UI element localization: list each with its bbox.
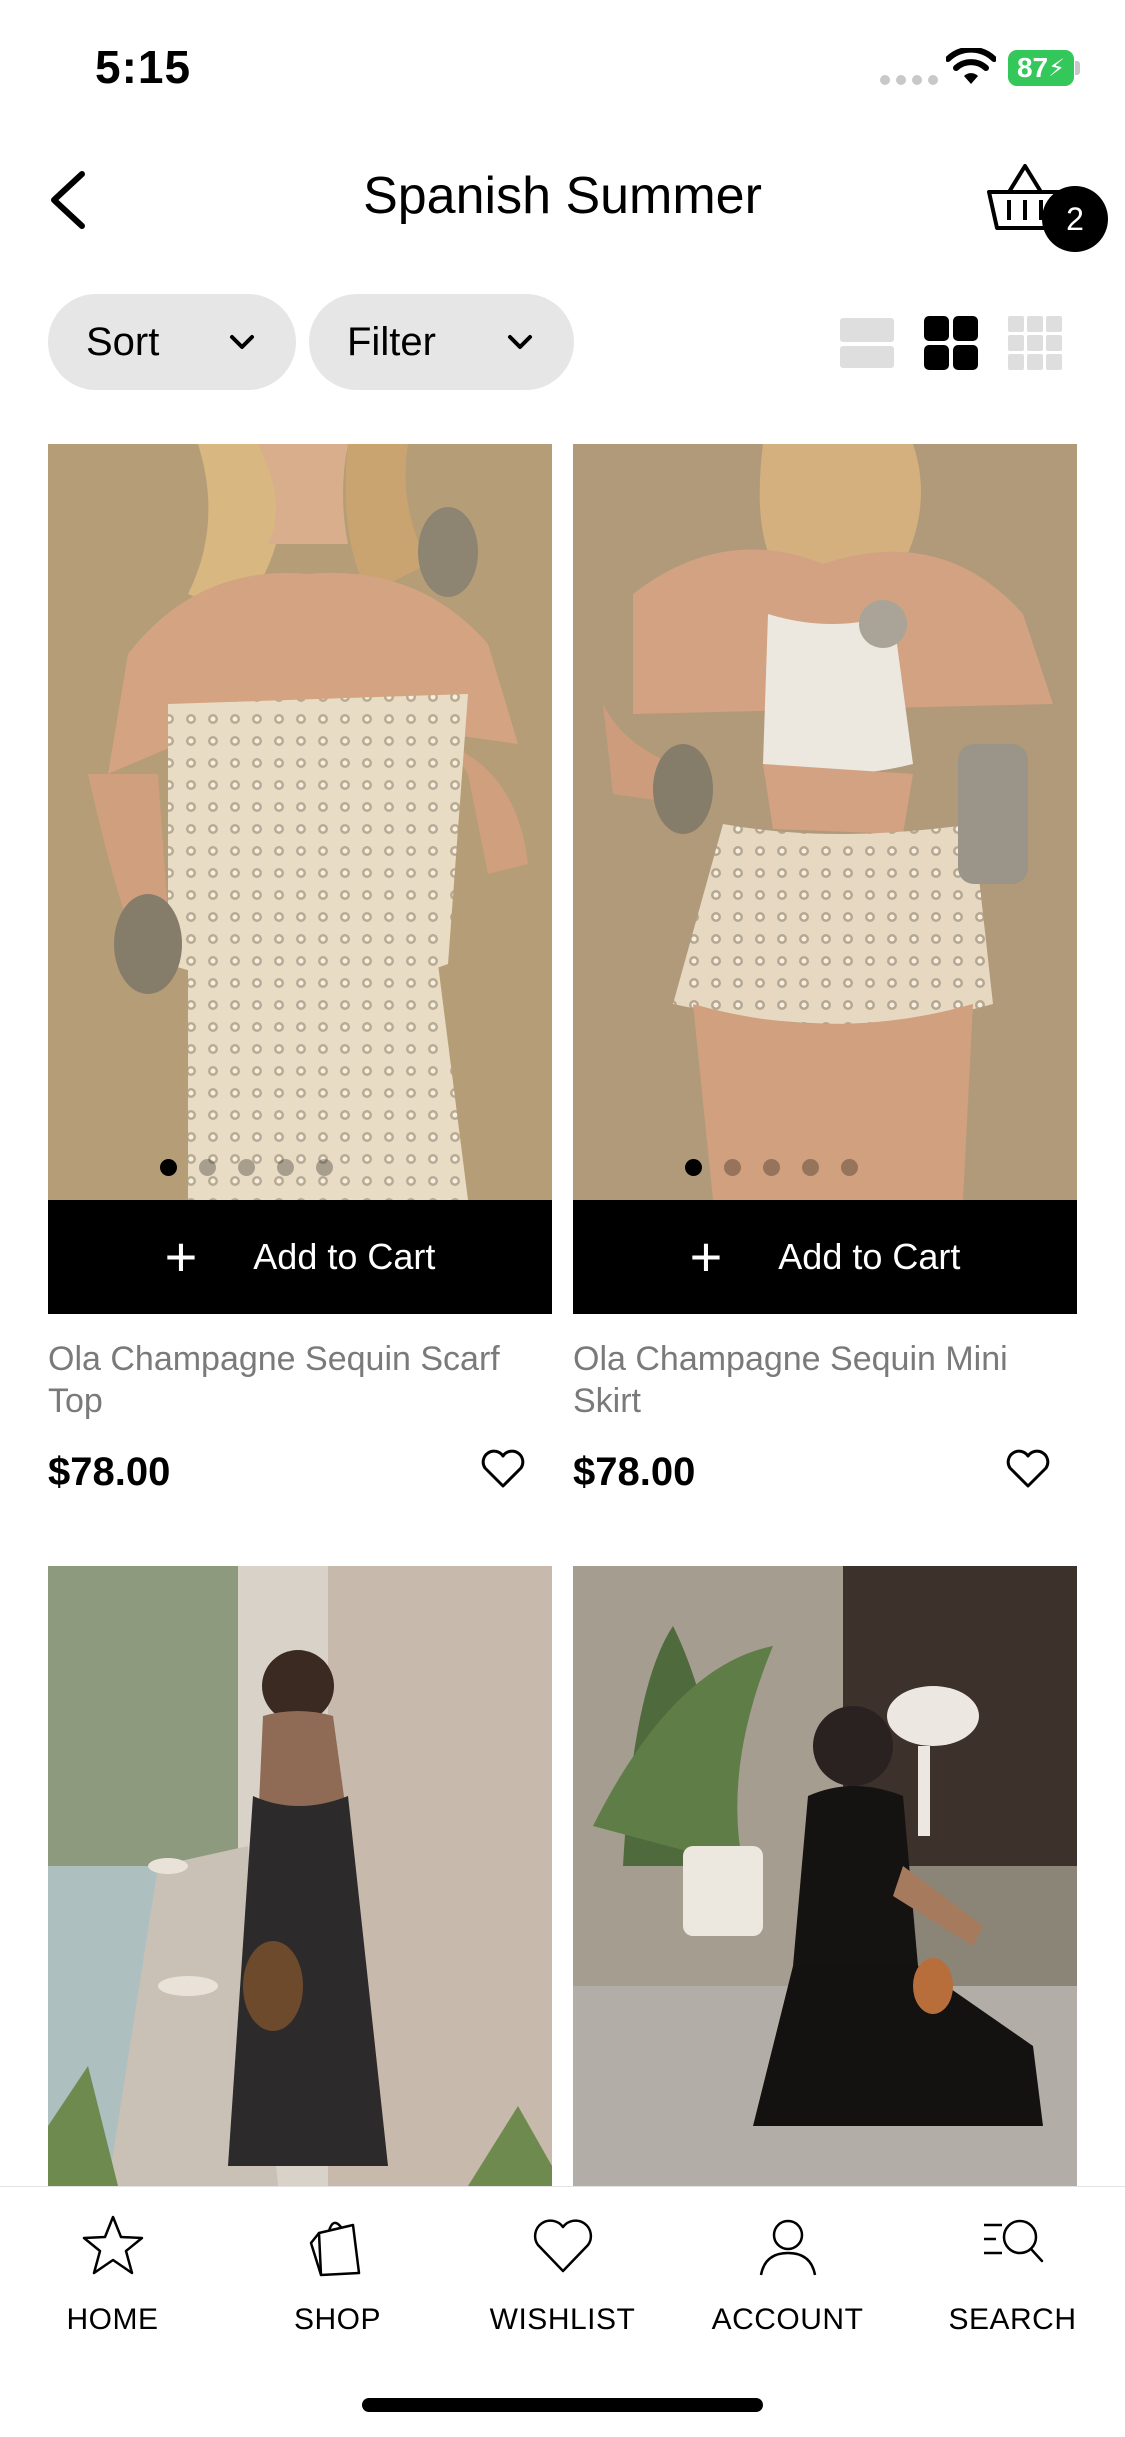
product-price: $78.00 — [48, 1450, 171, 1494]
product-image[interactable] — [573, 1566, 1077, 2186]
add-to-cart-label: Add to Cart — [778, 1236, 961, 1277]
person-icon — [759, 2219, 816, 2276]
cart-count-badge: 2 — [1042, 186, 1108, 252]
nav-account[interactable]: ACCOUNT — [675, 2211, 900, 2351]
add-to-cart-label: Add to Cart — [253, 1236, 436, 1277]
home-indicator[interactable] — [362, 2398, 763, 2412]
nav-wishlist-label: WISHLIST — [489, 2303, 636, 2336]
battery-level: 87 — [1016, 52, 1049, 83]
battery-tip — [1075, 61, 1080, 75]
bag-icon — [309, 2221, 360, 2277]
product-image[interactable] — [48, 1566, 552, 2186]
wishlist-heart-icon[interactable] — [1005, 1448, 1051, 1490]
product-name[interactable]: Ola Champagne Sequin Mini Skirt — [573, 1338, 1053, 1422]
single-column-view-icon[interactable] — [840, 316, 894, 370]
add-to-cart-button[interactable]: + Add to Cart — [48, 1200, 552, 1314]
nav-shop-label: SHOP — [293, 2303, 382, 2336]
image-carousel-dots[interactable] — [685, 1159, 858, 1176]
nav-home[interactable]: HOME — [0, 2211, 225, 2351]
plus-icon: + — [689, 1225, 723, 1288]
wifi-icon — [946, 48, 996, 84]
status-time: 5:15 — [95, 41, 192, 93]
page-title: Spanish Summer — [363, 167, 762, 225]
product-image[interactable] — [48, 444, 552, 1200]
product-price: $78.00 — [573, 1450, 696, 1494]
nav-search-label: SEARCH — [948, 2303, 1077, 2336]
product-image[interactable] — [573, 444, 1077, 1200]
nav-wishlist[interactable]: WISHLIST — [450, 2211, 675, 2351]
search-icon — [983, 2219, 1043, 2263]
three-column-view-icon[interactable] — [1008, 316, 1062, 370]
product-name[interactable]: Ola Champagne Sequin Scarf Top — [48, 1338, 528, 1422]
wishlist-heart-icon[interactable] — [480, 1448, 526, 1490]
nav-home-label: HOME — [66, 2303, 159, 2336]
heart-icon — [533, 2219, 592, 2273]
sort-label: Sort — [86, 319, 160, 364]
nav-search[interactable]: SEARCH — [900, 2211, 1125, 2351]
star-icon — [82, 2215, 143, 2275]
chevron-down-icon — [508, 335, 532, 349]
two-column-view-icon[interactable] — [924, 316, 978, 370]
cellular-signal-icon — [880, 75, 938, 85]
filter-button[interactable]: Filter — [309, 294, 574, 390]
plus-icon: + — [164, 1225, 198, 1288]
battery-icon: 87 ⚡ — [1008, 50, 1074, 86]
nav-shop[interactable]: SHOP — [225, 2211, 450, 2351]
filter-label: Filter — [347, 319, 436, 364]
chevron-down-icon — [230, 335, 254, 349]
sort-button[interactable]: Sort — [48, 294, 296, 390]
nav-account-label: ACCOUNT — [711, 2303, 864, 2336]
image-carousel-dots[interactable] — [160, 1159, 333, 1176]
add-to-cart-button[interactable]: + Add to Cart — [573, 1200, 1077, 1314]
back-arrow-icon[interactable] — [40, 160, 100, 240]
